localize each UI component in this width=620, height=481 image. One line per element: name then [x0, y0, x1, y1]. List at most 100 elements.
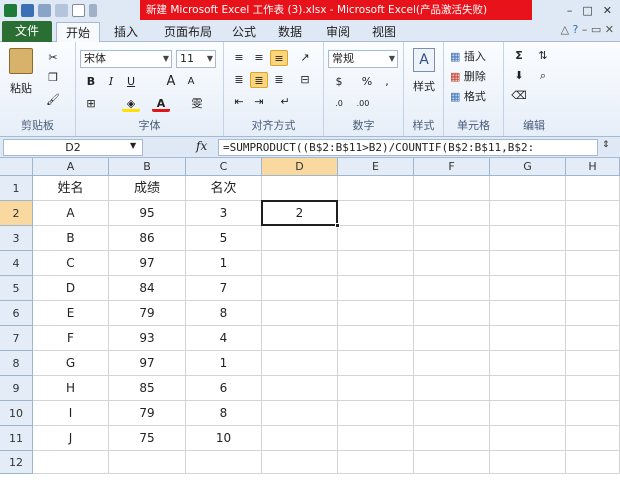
name-box-dropdown-icon[interactable]: ▼ — [130, 141, 136, 150]
column-header-b[interactable]: B — [109, 158, 186, 176]
cell-a3[interactable]: B — [33, 226, 109, 251]
cut-icon[interactable]: ✂ — [44, 50, 62, 66]
cell-d7[interactable] — [262, 326, 338, 351]
cell-g4[interactable] — [490, 251, 566, 276]
tab-file[interactable]: 文件 — [2, 21, 52, 42]
cell-g11[interactable] — [490, 426, 566, 451]
cell-a11[interactable]: J — [33, 426, 109, 451]
cell-b4[interactable]: 97 — [109, 251, 186, 276]
row-header-3[interactable]: 3 — [0, 226, 33, 251]
row-header-9[interactable]: 9 — [0, 376, 33, 401]
cell-h12[interactable] — [566, 451, 620, 474]
row-header-8[interactable]: 8 — [0, 351, 33, 376]
number-format-select[interactable]: 常规 ▼ — [328, 50, 398, 68]
autosum-button[interactable]: Σ — [510, 48, 528, 64]
cell-d10[interactable] — [262, 401, 338, 426]
cell-b9[interactable]: 85 — [109, 376, 186, 401]
cell-g8[interactable] — [490, 351, 566, 376]
phonetic-button[interactable]: 雯 — [188, 96, 206, 112]
cell-a7[interactable]: F — [33, 326, 109, 351]
cell-c9[interactable]: 6 — [186, 376, 262, 401]
tab-insert[interactable]: 插入 — [104, 22, 148, 42]
wrap-text-icon[interactable]: ↵ — [276, 94, 294, 110]
delete-cells-button[interactable]: ▦ 删除 — [450, 68, 486, 84]
fill-icon[interactable]: ⬇ — [510, 68, 528, 84]
cell-g2[interactable] — [490, 201, 566, 226]
cell-f2[interactable] — [414, 201, 490, 226]
shrink-font-button[interactable]: A — [182, 74, 200, 90]
cell-g9[interactable] — [490, 376, 566, 401]
row-header-12[interactable]: 12 — [0, 451, 33, 474]
align-bottom-icon[interactable]: ≡ — [270, 50, 288, 66]
cell-b3[interactable]: 86 — [109, 226, 186, 251]
cell-e10[interactable] — [338, 401, 414, 426]
cell-e7[interactable] — [338, 326, 414, 351]
cell-f12[interactable] — [414, 451, 490, 474]
row-header-1[interactable]: 1 — [0, 176, 33, 201]
paste-button[interactable]: 粘贴 — [6, 46, 36, 106]
cell-e2[interactable] — [338, 201, 414, 226]
cell-c3[interactable]: 5 — [186, 226, 262, 251]
increase-decimal-icon[interactable]: .0 — [330, 96, 348, 112]
redo-icon[interactable] — [55, 3, 68, 17]
tab-review[interactable]: 审阅 — [318, 22, 358, 42]
workbook-minimize-icon[interactable]: – — [582, 23, 588, 36]
cell-e4[interactable] — [338, 251, 414, 276]
tab-home[interactable]: 开始 — [56, 22, 100, 42]
align-center-icon[interactable]: ≣ — [250, 72, 268, 88]
clear-icon[interactable]: ⌫ — [510, 88, 528, 104]
cell-h8[interactable] — [566, 351, 620, 376]
cell-e5[interactable] — [338, 276, 414, 301]
workbook-close-icon[interactable]: ✕ — [605, 23, 614, 36]
cell-c11[interactable]: 10 — [186, 426, 262, 451]
cell-d4[interactable] — [262, 251, 338, 276]
insert-cells-button[interactable]: ▦ 插入 — [450, 48, 486, 64]
row-header-5[interactable]: 5 — [0, 276, 33, 301]
tab-formulas[interactable]: 公式 — [224, 22, 264, 42]
cell-h10[interactable] — [566, 401, 620, 426]
cell-d5[interactable] — [262, 276, 338, 301]
save-icon[interactable] — [21, 3, 34, 17]
cell-d6[interactable] — [262, 301, 338, 326]
row-header-6[interactable]: 6 — [0, 301, 33, 326]
column-header-a[interactable]: A — [33, 158, 109, 176]
orientation-icon[interactable]: ↗ — [296, 50, 314, 66]
column-header-c[interactable]: C — [186, 158, 262, 176]
cell-a8[interactable]: G — [33, 351, 109, 376]
tab-page-layout[interactable]: 页面布局 — [154, 22, 222, 42]
cell-c12[interactable] — [186, 451, 262, 474]
decrease-decimal-icon[interactable]: .00 — [354, 96, 372, 112]
cell-a6[interactable]: E — [33, 301, 109, 326]
column-header-f[interactable]: F — [414, 158, 490, 176]
cell-g12[interactable] — [490, 451, 566, 474]
column-header-g[interactable]: G — [490, 158, 566, 176]
cell-c2[interactable]: 3 — [186, 201, 262, 226]
cell-h11[interactable] — [566, 426, 620, 451]
cell-e9[interactable] — [338, 376, 414, 401]
cell-a2[interactable]: A — [33, 201, 109, 226]
styles-button[interactable]: A 样式 — [408, 48, 440, 104]
align-middle-icon[interactable]: ≡ — [250, 50, 268, 66]
fill-handle[interactable] — [335, 223, 340, 228]
cell-f8[interactable] — [414, 351, 490, 376]
font-size-select[interactable]: 11 ▼ — [176, 50, 216, 68]
fill-color-icon[interactable]: ◈ — [122, 96, 140, 112]
align-right-icon[interactable]: ≣ — [270, 72, 288, 88]
underline-button[interactable]: U — [122, 74, 140, 90]
minimize-ribbon-icon[interactable]: △ — [561, 23, 569, 36]
cell-c1[interactable]: 名次 — [186, 176, 262, 201]
cell-h2[interactable] — [566, 201, 620, 226]
row-header-7[interactable]: 7 — [0, 326, 33, 351]
workbook-restore-icon[interactable]: ▭ — [591, 23, 601, 36]
row-header-4[interactable]: 4 — [0, 251, 33, 276]
maximize-button[interactable]: □ — [582, 4, 592, 17]
cell-d3[interactable] — [262, 226, 338, 251]
minimize-button[interactable]: – — [567, 4, 573, 17]
formula-input[interactable]: =SUMPRODUCT((B$2:B$11>B2)/COUNTIF(B$2:B$… — [218, 139, 598, 156]
close-button[interactable]: ✕ — [603, 4, 612, 17]
cell-c4[interactable]: 1 — [186, 251, 262, 276]
cell-g10[interactable] — [490, 401, 566, 426]
cell-g7[interactable] — [490, 326, 566, 351]
column-header-e[interactable]: E — [338, 158, 414, 176]
cell-d12[interactable] — [262, 451, 338, 474]
